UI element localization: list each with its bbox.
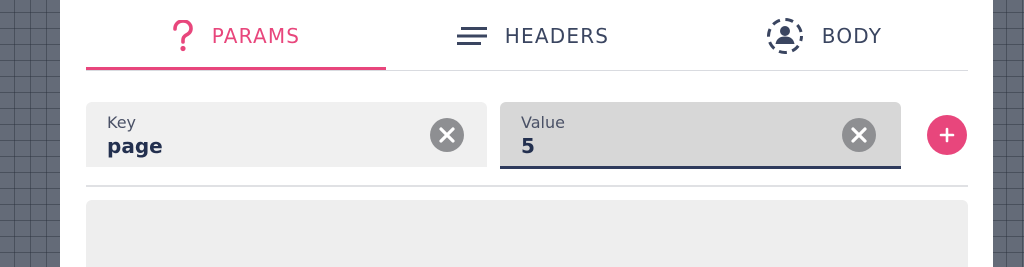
tab-body[interactable]: BODY [680,0,968,71]
content-area [86,200,968,267]
param-key-input[interactable] [107,132,417,160]
param-value-field[interactable]: Value [500,102,901,169]
param-value-input[interactable] [521,132,831,160]
close-icon [439,127,455,143]
tab-bar: PARAMS HEADERS BODY [86,0,968,71]
param-value-label: Value [521,113,565,132]
param-key-label: Key [107,113,137,132]
plus-icon [939,127,955,143]
clear-value-button[interactable] [842,118,876,152]
param-key-field[interactable]: Key [86,102,487,167]
tab-headers[interactable]: HEADERS [386,0,680,71]
user-circle-icon [766,17,804,55]
request-panel: PARAMS HEADERS BODY Key page Value 5 [60,0,993,267]
clear-key-button[interactable] [430,118,464,152]
tab-headers-label: HEADERS [504,23,610,48]
tabs-divider [86,70,968,71]
add-param-button[interactable] [927,115,967,155]
close-icon [851,127,867,143]
param-row-divider [86,185,968,187]
tab-params[interactable]: PARAMS [86,0,386,71]
tab-params-label: PARAMS [211,23,301,48]
lines-icon [456,26,487,45]
tab-body-label: BODY [821,23,883,48]
question-icon [172,19,194,52]
